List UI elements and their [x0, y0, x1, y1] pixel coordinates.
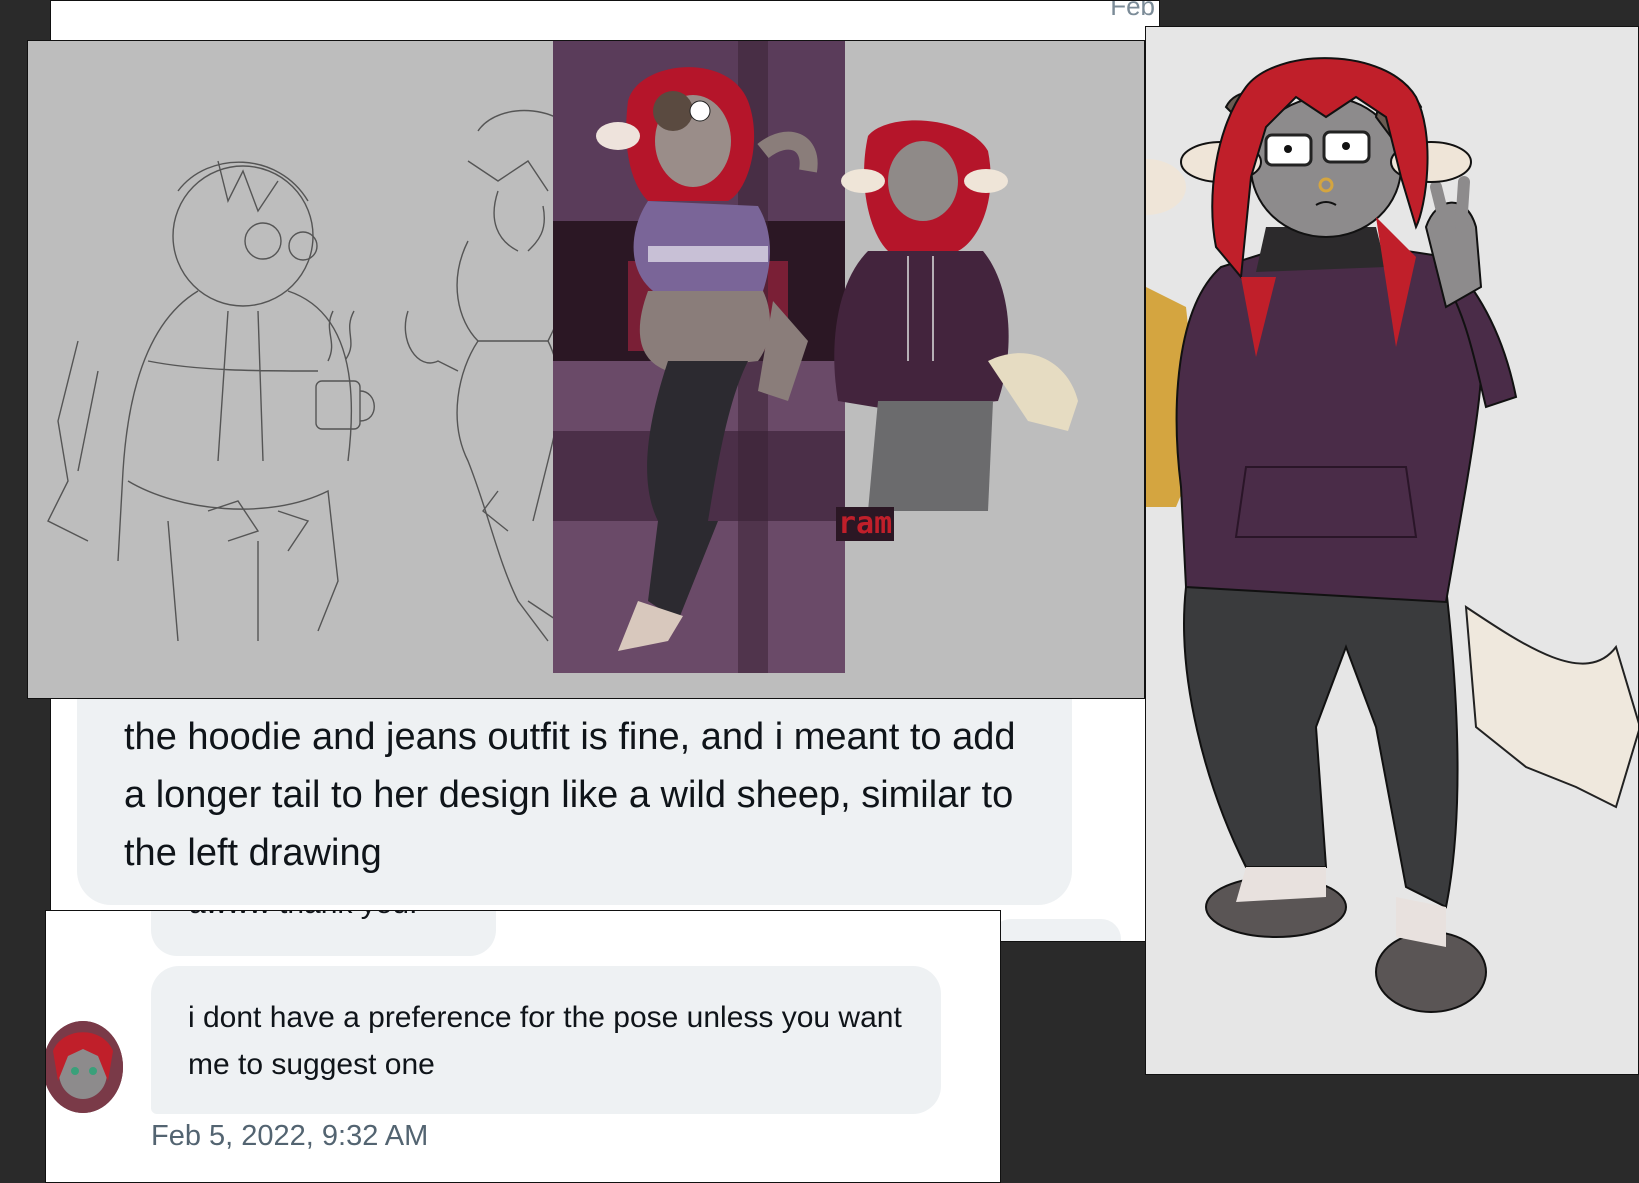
message-timestamp: Feb 5, 2022, 9:32 AM: [151, 1120, 429, 1152]
previous-message-bubble: awww thank you!: [151, 911, 496, 956]
character-reference-panel: [1145, 26, 1639, 1075]
previous-message-text: awww thank you!: [189, 911, 417, 921]
poster-artwork: [553, 41, 845, 673]
message-bubble: i dont have a preference for the pose un…: [151, 966, 941, 1114]
message-text: the hoodie and jeans outfit is fine, and…: [124, 716, 1016, 874]
dm-window-front: awww thank you! i dont have a preference…: [45, 910, 1001, 1183]
message-text: i dont have a preference for the pose un…: [188, 1001, 902, 1081]
message-bubble-main: the hoodie and jeans outfit is fine, and…: [77, 690, 1072, 905]
peek-date: Feb: [1110, 0, 1155, 21]
hidden-bubble: [991, 919, 1121, 941]
avatar[interactable]: [46, 1021, 123, 1113]
collage-artwork: [28, 41, 1144, 698]
reference-collage: ram: [27, 40, 1145, 699]
avatar-image: [46, 1021, 123, 1113]
character-illustration: [1146, 27, 1638, 1074]
artist-signature: ram: [836, 506, 895, 541]
